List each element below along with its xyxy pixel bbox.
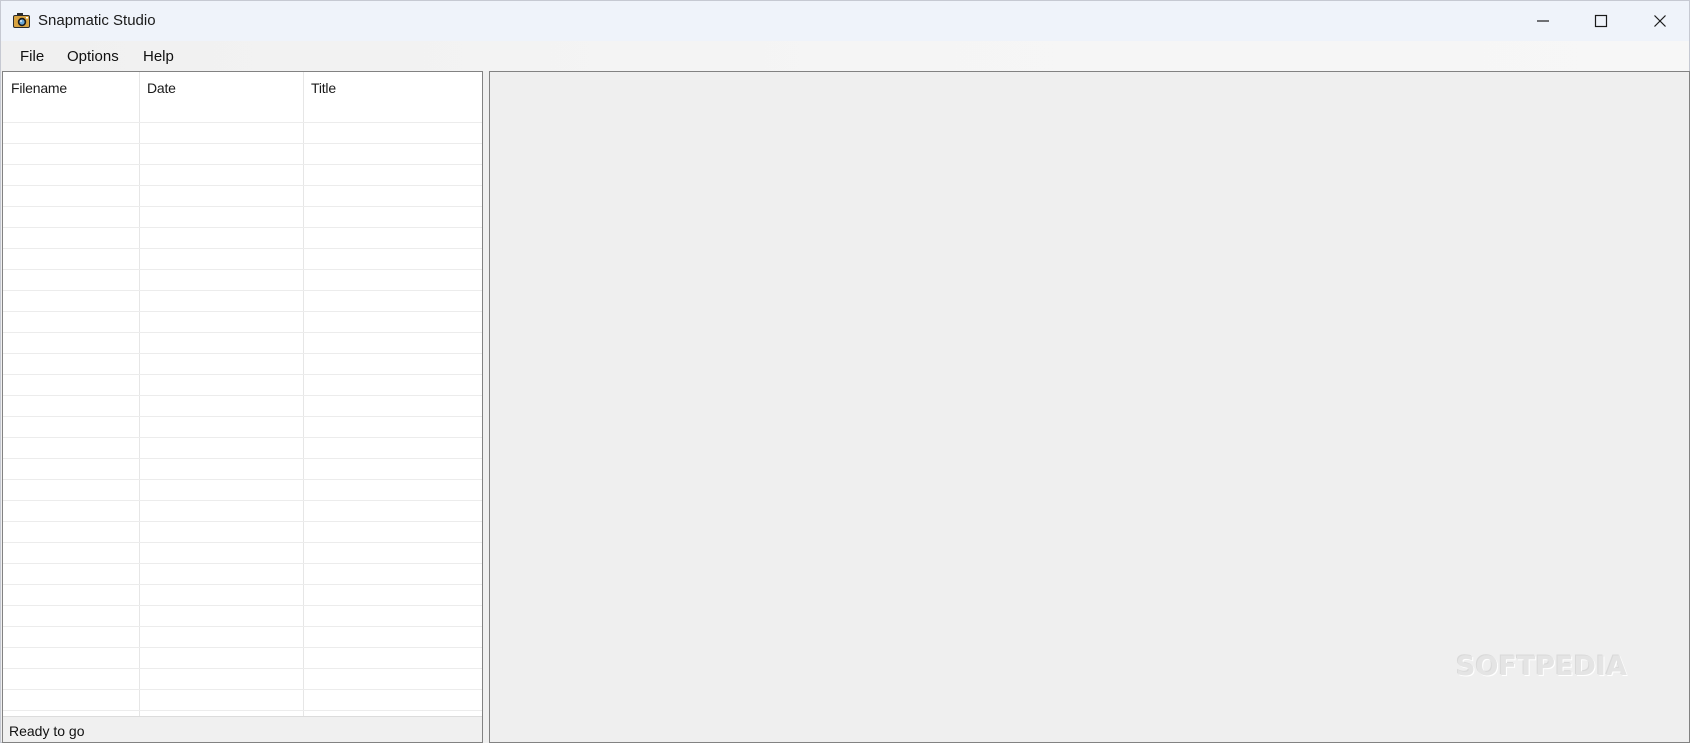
list-gridline [3, 290, 482, 291]
list-gridline [3, 122, 482, 123]
list-gridline [3, 521, 482, 522]
list-gridline [3, 311, 482, 312]
close-icon [1653, 14, 1667, 28]
watermark-logo: SOFTPEDIA [1456, 651, 1627, 682]
preview-panel [489, 71, 1690, 743]
list-gridline [3, 563, 482, 564]
window-title: Snapmatic Studio [38, 12, 156, 29]
list-gridline [3, 206, 482, 207]
list-gridline [3, 479, 482, 480]
maximize-button[interactable] [1572, 1, 1630, 41]
column-divider[interactable] [303, 72, 304, 716]
minimize-button[interactable] [1514, 1, 1572, 41]
list-gridline [3, 689, 482, 690]
menu-options[interactable]: Options [67, 46, 119, 67]
column-header-title[interactable]: Title [303, 72, 482, 102]
list-gridline [3, 416, 482, 417]
minimize-icon [1536, 14, 1550, 28]
column-divider[interactable] [139, 72, 140, 716]
menu-file[interactable]: File [20, 46, 44, 67]
file-list[interactable]: Filename Date Title [3, 72, 482, 716]
menu-bar: File Options Help [1, 41, 1689, 71]
menu-help[interactable]: Help [143, 46, 174, 67]
list-gridline [3, 269, 482, 270]
list-gridline [3, 143, 482, 144]
status-bar: Ready to go [3, 716, 482, 742]
list-gridline [3, 374, 482, 375]
list-gridline [3, 458, 482, 459]
column-header-date[interactable]: Date [139, 72, 303, 102]
list-gridline [3, 332, 482, 333]
maximize-icon [1594, 14, 1608, 28]
column-header-filename[interactable]: Filename [3, 72, 139, 102]
list-gridline [3, 668, 482, 669]
list-gridline [3, 353, 482, 354]
list-gridline [3, 227, 482, 228]
file-list-panel: Filename Date Title Ready to go [2, 71, 483, 743]
list-gridline [3, 647, 482, 648]
title-bar[interactable]: Snapmatic Studio [1, 1, 1689, 41]
list-gridline [3, 584, 482, 585]
list-gridline [3, 542, 482, 543]
list-gridline [3, 248, 482, 249]
list-gridline [3, 626, 482, 627]
list-gridline [3, 437, 482, 438]
status-text: Ready to go [9, 723, 85, 739]
app-window: Snapmatic Studio File Options Help Filen… [0, 0, 1690, 743]
close-button[interactable] [1631, 1, 1689, 41]
list-gridline [3, 395, 482, 396]
camera-icon [12, 11, 31, 30]
list-gridline [3, 605, 482, 606]
list-gridline [3, 164, 482, 165]
file-list-header: Filename Date Title [3, 72, 482, 102]
list-gridline [3, 185, 482, 186]
list-gridline [3, 710, 482, 711]
list-gridline [3, 500, 482, 501]
